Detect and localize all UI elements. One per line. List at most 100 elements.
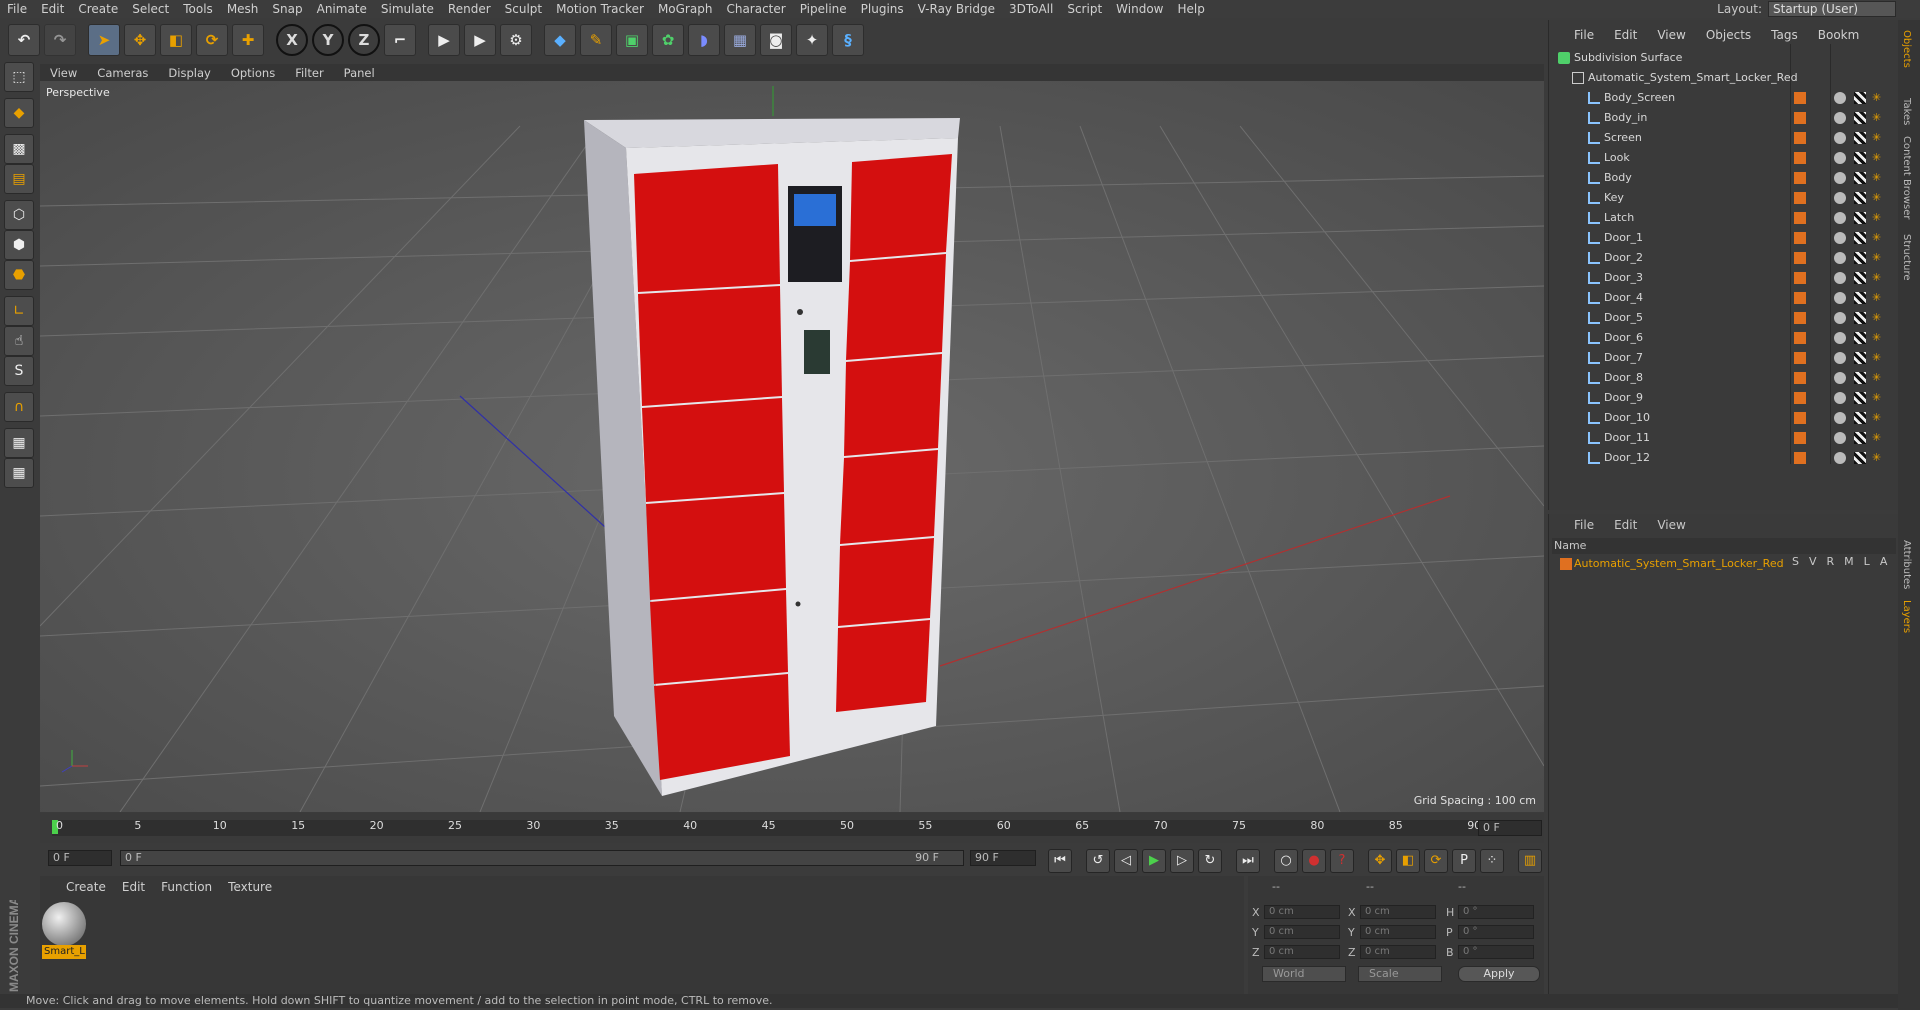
phong-tag-icon[interactable]: ✳ — [1872, 192, 1884, 204]
start-frame-field[interactable]: 0 F — [48, 850, 112, 866]
phong-tag-icon[interactable]: ✳ — [1872, 292, 1884, 304]
object-row[interactable]: Latch — [1550, 208, 1790, 228]
play-icon[interactable]: ▶ — [1142, 849, 1166, 873]
tab-content-browser[interactable]: Content Browser — [1901, 136, 1912, 219]
key-pla-icon[interactable]: ⁘ — [1480, 849, 1504, 873]
uv-tag-icon[interactable] — [1854, 312, 1866, 324]
viewport-menu-filter[interactable]: Filter — [285, 66, 333, 80]
material-tag-icon[interactable] — [1834, 232, 1846, 244]
pen-spline-icon[interactable]: ✎ — [580, 24, 612, 56]
tweak-mode-icon[interactable]: ☝ — [4, 326, 34, 356]
layer-tag-swatch[interactable] — [1794, 92, 1806, 104]
layer-tag-swatch[interactable] — [1794, 292, 1806, 304]
rotation-p-field[interactable]: 0 ° — [1458, 925, 1534, 939]
phong-tag-icon[interactable]: ✳ — [1872, 252, 1884, 264]
material-tag-icon[interactable] — [1834, 252, 1846, 264]
material-tag-icon[interactable] — [1834, 332, 1846, 344]
objects-menu-view[interactable]: View — [1657, 28, 1685, 42]
uv-tag-icon[interactable] — [1854, 392, 1866, 404]
rotation-b-field[interactable]: 0 ° — [1458, 945, 1534, 959]
material-tag-icon[interactable] — [1834, 412, 1846, 424]
uv-tag-icon[interactable] — [1854, 232, 1866, 244]
layer-tag-swatch[interactable] — [1794, 132, 1806, 144]
menu-simulate[interactable]: Simulate — [374, 2, 441, 16]
uv-tag-icon[interactable] — [1854, 132, 1866, 144]
layer-tag-swatch[interactable] — [1794, 192, 1806, 204]
keyframe-selection-icon[interactable]: ? — [1330, 849, 1354, 873]
rotation-h-field[interactable]: 0 ° — [1458, 905, 1534, 919]
3d-viewport[interactable] — [40, 66, 1544, 812]
object-row[interactable]: Body — [1550, 168, 1790, 188]
position-y-field[interactable]: 0 cm — [1264, 925, 1340, 939]
uv-tag-icon[interactable] — [1854, 252, 1866, 264]
edges-mode-icon[interactable]: ⬢ — [4, 230, 34, 260]
next-frame-icon[interactable]: ▷ — [1170, 849, 1194, 873]
object-row[interactable]: Door_11 — [1550, 428, 1790, 448]
layer-tag-swatch[interactable] — [1794, 432, 1806, 444]
menu-3dtoall[interactable]: 3DToAll — [1002, 2, 1060, 16]
render-to-picture-viewer-icon[interactable]: ▶ — [464, 24, 496, 56]
texture-mode-icon[interactable]: ▩ — [4, 134, 34, 164]
floor-scene-icon[interactable]: ▦ — [724, 24, 756, 56]
menu-help[interactable]: Help — [1170, 2, 1211, 16]
objects-menu-file[interactable]: File — [1574, 28, 1594, 42]
object-row[interactable]: Body_Screen — [1550, 88, 1790, 108]
material-tag-icon[interactable] — [1834, 352, 1846, 364]
phong-tag-icon[interactable]: ✳ — [1872, 112, 1884, 124]
planar-workplane-icon[interactable]: ▦ — [4, 458, 34, 488]
menu-file[interactable]: File — [0, 2, 34, 16]
z-axis-toggle[interactable]: Z — [348, 24, 380, 56]
menu-window[interactable]: Window — [1109, 2, 1170, 16]
layer-tag-swatch[interactable] — [1794, 232, 1806, 244]
objects-menu-edit[interactable]: Edit — [1614, 28, 1637, 42]
layer-tag-swatch[interactable] — [1794, 252, 1806, 264]
object-row-root[interactable]: Subdivision Surface — [1550, 48, 1790, 68]
timeline-track[interactable] — [52, 820, 1516, 836]
x-axis-toggle[interactable]: X — [276, 24, 308, 56]
menu-snap[interactable]: Snap — [265, 2, 309, 16]
layer-tag-swatch[interactable] — [1794, 352, 1806, 364]
record-keys-icon[interactable]: ○ — [1274, 849, 1298, 873]
cube-primitive-icon[interactable]: ◆ — [544, 24, 576, 56]
object-row[interactable]: Door_3 — [1550, 268, 1790, 288]
python-icon[interactable]: § — [832, 24, 864, 56]
material-tag-icon[interactable] — [1834, 272, 1846, 284]
phong-tag-icon[interactable]: ✳ — [1872, 352, 1884, 364]
tab-attributes[interactable]: Attributes — [1901, 540, 1912, 589]
material-tag-icon[interactable] — [1834, 172, 1846, 184]
autokey-icon[interactable]: ● — [1302, 849, 1326, 873]
tab-layers[interactable]: Layers — [1901, 600, 1912, 633]
lock-workplane-icon[interactable]: ▦ — [4, 428, 34, 458]
material-tag-icon[interactable] — [1834, 112, 1846, 124]
object-row-group[interactable]: Automatic_System_Smart_Locker_Red — [1550, 68, 1798, 88]
object-row[interactable]: Body_in — [1550, 108, 1790, 128]
timeline-window-icon[interactable]: ▥ — [1518, 849, 1542, 873]
layer-tag-swatch[interactable] — [1794, 172, 1806, 184]
previous-key-icon[interactable]: ↺ — [1086, 849, 1110, 873]
move-tool-icon[interactable]: ✥ — [124, 24, 156, 56]
material-tag-icon[interactable] — [1834, 192, 1846, 204]
layer-tag-swatch[interactable] — [1794, 112, 1806, 124]
uv-tag-icon[interactable] — [1854, 412, 1866, 424]
uv-tag-icon[interactable] — [1854, 112, 1866, 124]
material-menu-texture[interactable]: Texture — [228, 880, 272, 894]
object-row[interactable]: Door_4 — [1550, 288, 1790, 308]
material-name-label[interactable]: Smart_L — [42, 945, 86, 959]
undo-icon[interactable]: ↶ — [8, 24, 40, 56]
object-row[interactable]: Look — [1550, 148, 1790, 168]
go-to-end-icon[interactable]: ⏭ — [1236, 849, 1260, 873]
objects-menu-bookmarks[interactable]: Bookm — [1818, 28, 1860, 42]
material-menu-edit[interactable]: Edit — [122, 880, 145, 894]
object-row[interactable]: Door_5 — [1550, 308, 1790, 328]
material-menu-create[interactable]: Create — [66, 880, 106, 894]
menu-mesh[interactable]: Mesh — [220, 2, 266, 16]
phong-tag-icon[interactable]: ✳ — [1872, 452, 1884, 464]
layer-tag-swatch[interactable] — [1794, 332, 1806, 344]
layer-tag-swatch[interactable] — [1794, 412, 1806, 424]
position-x-field[interactable]: 0 cm — [1264, 905, 1340, 919]
menu-vray-bridge[interactable]: V-Ray Bridge — [911, 2, 1002, 16]
uv-tag-icon[interactable] — [1854, 352, 1866, 364]
object-row[interactable]: Door_10 — [1550, 408, 1790, 428]
layer-color-swatch[interactable] — [1560, 558, 1572, 570]
uv-tag-icon[interactable] — [1854, 272, 1866, 284]
